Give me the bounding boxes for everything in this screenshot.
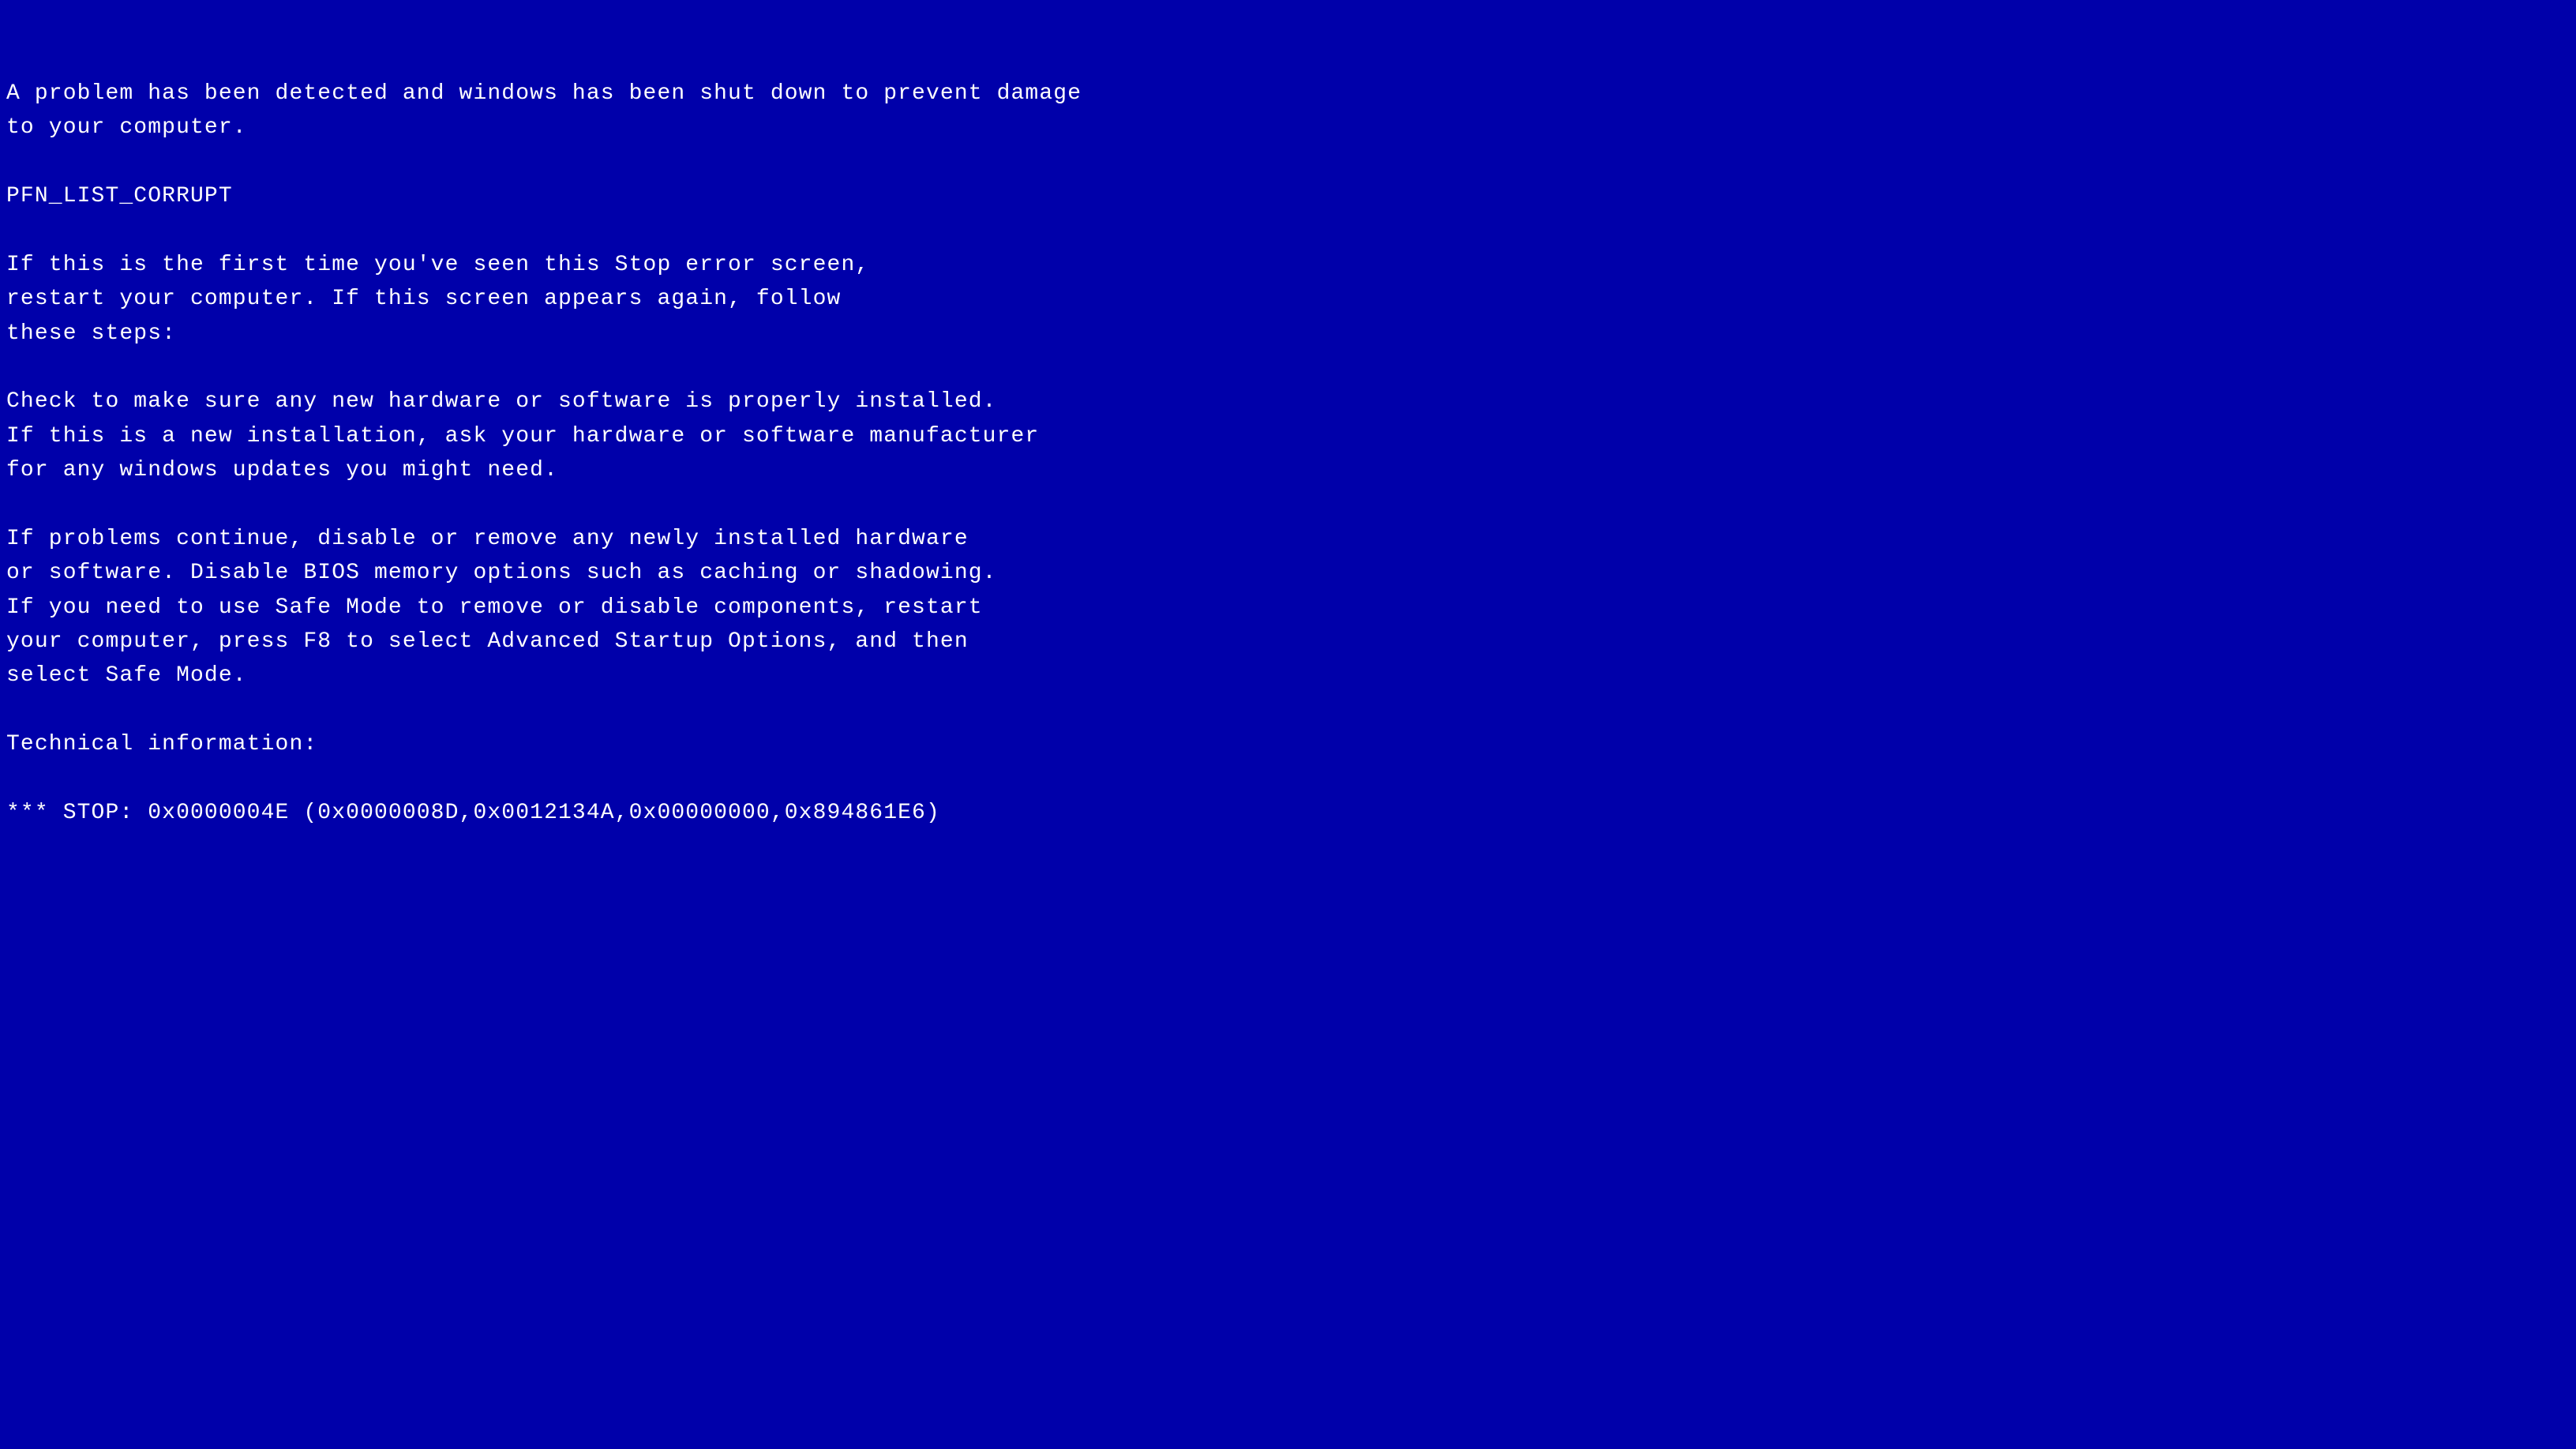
- line3: If this is the first time you've seen th…: [6, 248, 2570, 282]
- blank2: [6, 213, 2570, 247]
- line4: restart your computer. If this screen ap…: [6, 282, 2570, 316]
- line13: select Safe Mode.: [6, 659, 2570, 693]
- line5: these steps:: [6, 317, 2570, 351]
- blank4: [6, 487, 2570, 521]
- line8: for any windows updates you might need.: [6, 453, 2570, 487]
- line7: If this is a new installation, ask your …: [6, 419, 2570, 453]
- line12: your computer, press F8 to select Advanc…: [6, 625, 2570, 659]
- line2: to your computer.: [6, 111, 2570, 145]
- blank1: [6, 145, 2570, 179]
- tech_header: Technical information:: [6, 727, 2570, 761]
- bsod-screen: A problem has been detected and windows …: [0, 0, 2576, 1449]
- line1: A problem has been detected and windows …: [6, 77, 2570, 111]
- blank5: [6, 693, 2570, 727]
- line9: If problems continue, disable or remove …: [6, 522, 2570, 556]
- line10: or software. Disable BIOS memory options…: [6, 556, 2570, 590]
- error_code: PFN_LIST_CORRUPT: [6, 179, 2570, 213]
- line11: If you need to use Safe Mode to remove o…: [6, 591, 2570, 625]
- bsod-text-content: A problem has been detected and windows …: [6, 8, 2570, 830]
- blank6: [6, 762, 2570, 796]
- stop_code: *** STOP: 0x0000004E (0x0000008D,0x00121…: [6, 796, 2570, 830]
- line6: Check to make sure any new hardware or s…: [6, 385, 2570, 419]
- blank3: [6, 351, 2570, 385]
